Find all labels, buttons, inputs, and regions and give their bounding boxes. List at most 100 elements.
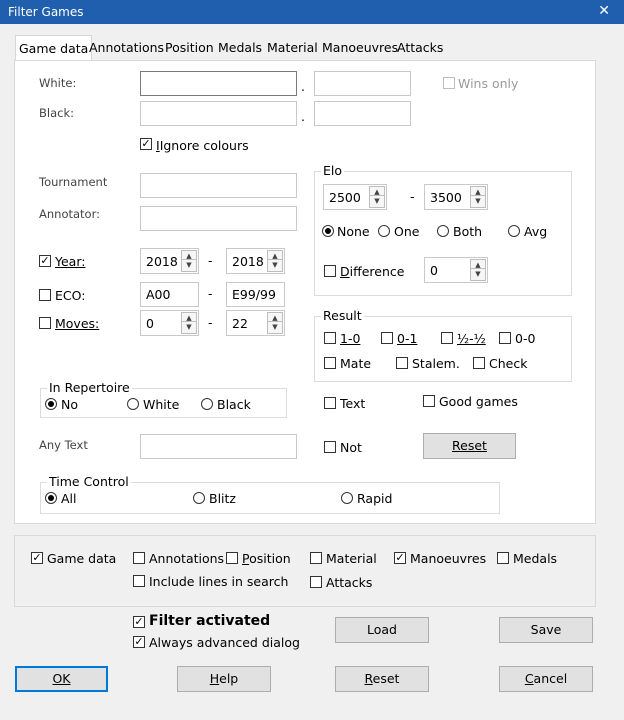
include-game-data-checkbox[interactable]: ✓ — [31, 552, 43, 564]
difference-spinner[interactable]: 0 ▲ ▼ — [424, 257, 488, 283]
year-to-value: 2018 — [232, 254, 264, 269]
help-button[interactable]: Help — [177, 666, 271, 692]
eco-from-input[interactable]: A00 — [140, 282, 199, 307]
include-manoeuvres-checkbox[interactable]: ✓ — [394, 552, 406, 564]
tab-position[interactable]: Position — [162, 38, 217, 59]
black-name-input[interactable] — [140, 101, 297, 126]
elo-none-radio[interactable] — [322, 225, 334, 237]
include-position-checkbox[interactable] — [226, 552, 238, 564]
result-stalemate-checkbox[interactable] — [396, 357, 408, 369]
tab-manoeuvres[interactable]: Manoeuvres — [319, 38, 401, 59]
white-firstname-input[interactable] — [314, 71, 411, 96]
title-bar: Filter Games ✕ — [0, 0, 624, 24]
eco-to-input[interactable]: E99/99 — [226, 282, 285, 307]
result-0-0-checkbox[interactable] — [499, 332, 511, 344]
tournament-input[interactable] — [140, 173, 297, 198]
moves-checkbox[interactable] — [39, 317, 51, 329]
good-games-checkbox[interactable] — [423, 395, 435, 407]
white-dot: . — [301, 79, 305, 94]
any-text-input[interactable] — [140, 434, 297, 459]
tab-attacks[interactable]: Attacks — [394, 38, 446, 59]
annotator-label: Annotator: — [39, 207, 100, 221]
black-firstname-input[interactable] — [314, 101, 411, 126]
cancel-button[interactable]: Cancel — [499, 666, 593, 692]
elo-both-radio[interactable] — [437, 225, 449, 237]
result-0-1-checkbox[interactable] — [381, 332, 393, 344]
spin-down-icon[interactable]: ▼ — [267, 321, 283, 334]
black-dot: . — [301, 109, 305, 124]
include-annotations-checkbox[interactable] — [133, 552, 145, 564]
repertoire-title: In Repertoire — [47, 380, 132, 395]
moves-to-spinner[interactable]: 22 ▲ ▼ — [226, 310, 285, 336]
ignore-colours-checkbox[interactable]: ✓ — [140, 138, 152, 150]
include-lines-checkbox[interactable] — [133, 575, 145, 587]
year-from-spinner[interactable]: 2018 ▲ ▼ — [140, 248, 199, 274]
text-checkbox[interactable] — [324, 397, 336, 409]
tab-annotations[interactable]: Annotations — [86, 38, 167, 59]
elo-to-spinner[interactable]: 3500 ▲ ▼ — [424, 184, 488, 210]
include-material-checkbox[interactable] — [310, 552, 322, 564]
spin-down-icon[interactable]: ▼ — [181, 321, 197, 334]
time-rapid-radio[interactable] — [341, 492, 353, 504]
spin-down-icon[interactable]: ▼ — [369, 195, 385, 208]
reset-filter-button[interactable]: Reset — [423, 433, 516, 459]
time-blitz-radio[interactable] — [193, 492, 205, 504]
tournament-label: Tournament — [39, 175, 108, 189]
black-label: Black: — [39, 106, 74, 120]
repertoire-no-radio[interactable] — [45, 398, 57, 410]
white-name-input[interactable] — [140, 71, 297, 96]
spin-down-icon[interactable]: ▼ — [470, 268, 486, 281]
eco-checkbox[interactable] — [39, 289, 51, 301]
year-checkbox[interactable]: ✓ — [39, 255, 51, 267]
time-all-radio[interactable] — [45, 492, 57, 504]
result-check-label: Check — [489, 356, 528, 371]
repertoire-white-radio[interactable] — [127, 398, 139, 410]
annotator-input[interactable] — [140, 206, 297, 231]
year-to-spinner[interactable]: 2018 ▲ ▼ — [226, 248, 285, 274]
difference-checkbox[interactable] — [324, 265, 336, 277]
result-mate-checkbox[interactable] — [324, 357, 336, 369]
tab-game-data[interactable]: Game data — [15, 35, 93, 62]
include-medals-checkbox[interactable] — [497, 552, 509, 564]
filter-activated-checkbox[interactable]: ✓ — [133, 616, 145, 628]
time-all-label: All — [61, 491, 77, 506]
result-1-0-checkbox[interactable] — [324, 332, 336, 344]
include-annotations-label: Annotations — [149, 551, 225, 566]
elo-from-spinner[interactable]: 2500 ▲ ▼ — [323, 184, 387, 210]
include-material-label: Material — [326, 551, 377, 566]
save-button[interactable]: Save — [499, 617, 593, 643]
wins-only-checkbox[interactable] — [443, 77, 455, 89]
elo-one-radio[interactable] — [378, 225, 390, 237]
include-medals-label: Medals — [513, 551, 558, 566]
tab-medals[interactable]: Medals — [215, 38, 265, 59]
result-1-0-label: 1-0 — [340, 331, 361, 346]
time-control-title: Time Control — [47, 474, 131, 489]
spin-down-icon[interactable]: ▼ — [267, 259, 283, 272]
repertoire-black-radio[interactable] — [201, 398, 213, 410]
spin-down-icon[interactable]: ▼ — [181, 259, 197, 272]
any-text-label: Any Text — [39, 438, 88, 452]
year-from-value: 2018 — [146, 254, 178, 269]
result-0-0-label: 0-0 — [515, 331, 536, 346]
include-lines-label: Include lines in search — [149, 574, 289, 589]
result-draw-checkbox[interactable] — [441, 332, 453, 344]
result-check-checkbox[interactable] — [473, 357, 485, 369]
good-games-label: Good games — [439, 394, 518, 409]
tab-material[interactable]: Material — [264, 38, 321, 59]
elo-avg-radio[interactable] — [508, 225, 520, 237]
load-button[interactable]: Load — [335, 617, 429, 643]
close-icon[interactable]: ✕ — [598, 3, 610, 19]
spin-down-icon[interactable]: ▼ — [470, 195, 486, 208]
ok-button[interactable]: OK — [15, 666, 108, 692]
time-blitz-label: Blitz — [209, 491, 236, 506]
repertoire-black-label: Black — [217, 397, 251, 412]
reset-button[interactable]: Reset — [335, 666, 429, 692]
moves-from-value: 0 — [146, 316, 154, 331]
always-advanced-checkbox[interactable]: ✓ — [133, 636, 145, 648]
year-label: Year: — [55, 254, 86, 269]
not-checkbox[interactable] — [324, 441, 336, 453]
difference-label: Difference — [340, 264, 405, 279]
moves-from-spinner[interactable]: 0 ▲ ▼ — [140, 310, 199, 336]
repertoire-group: In Repertoire No White Black — [40, 380, 287, 418]
include-attacks-checkbox[interactable] — [310, 576, 322, 588]
